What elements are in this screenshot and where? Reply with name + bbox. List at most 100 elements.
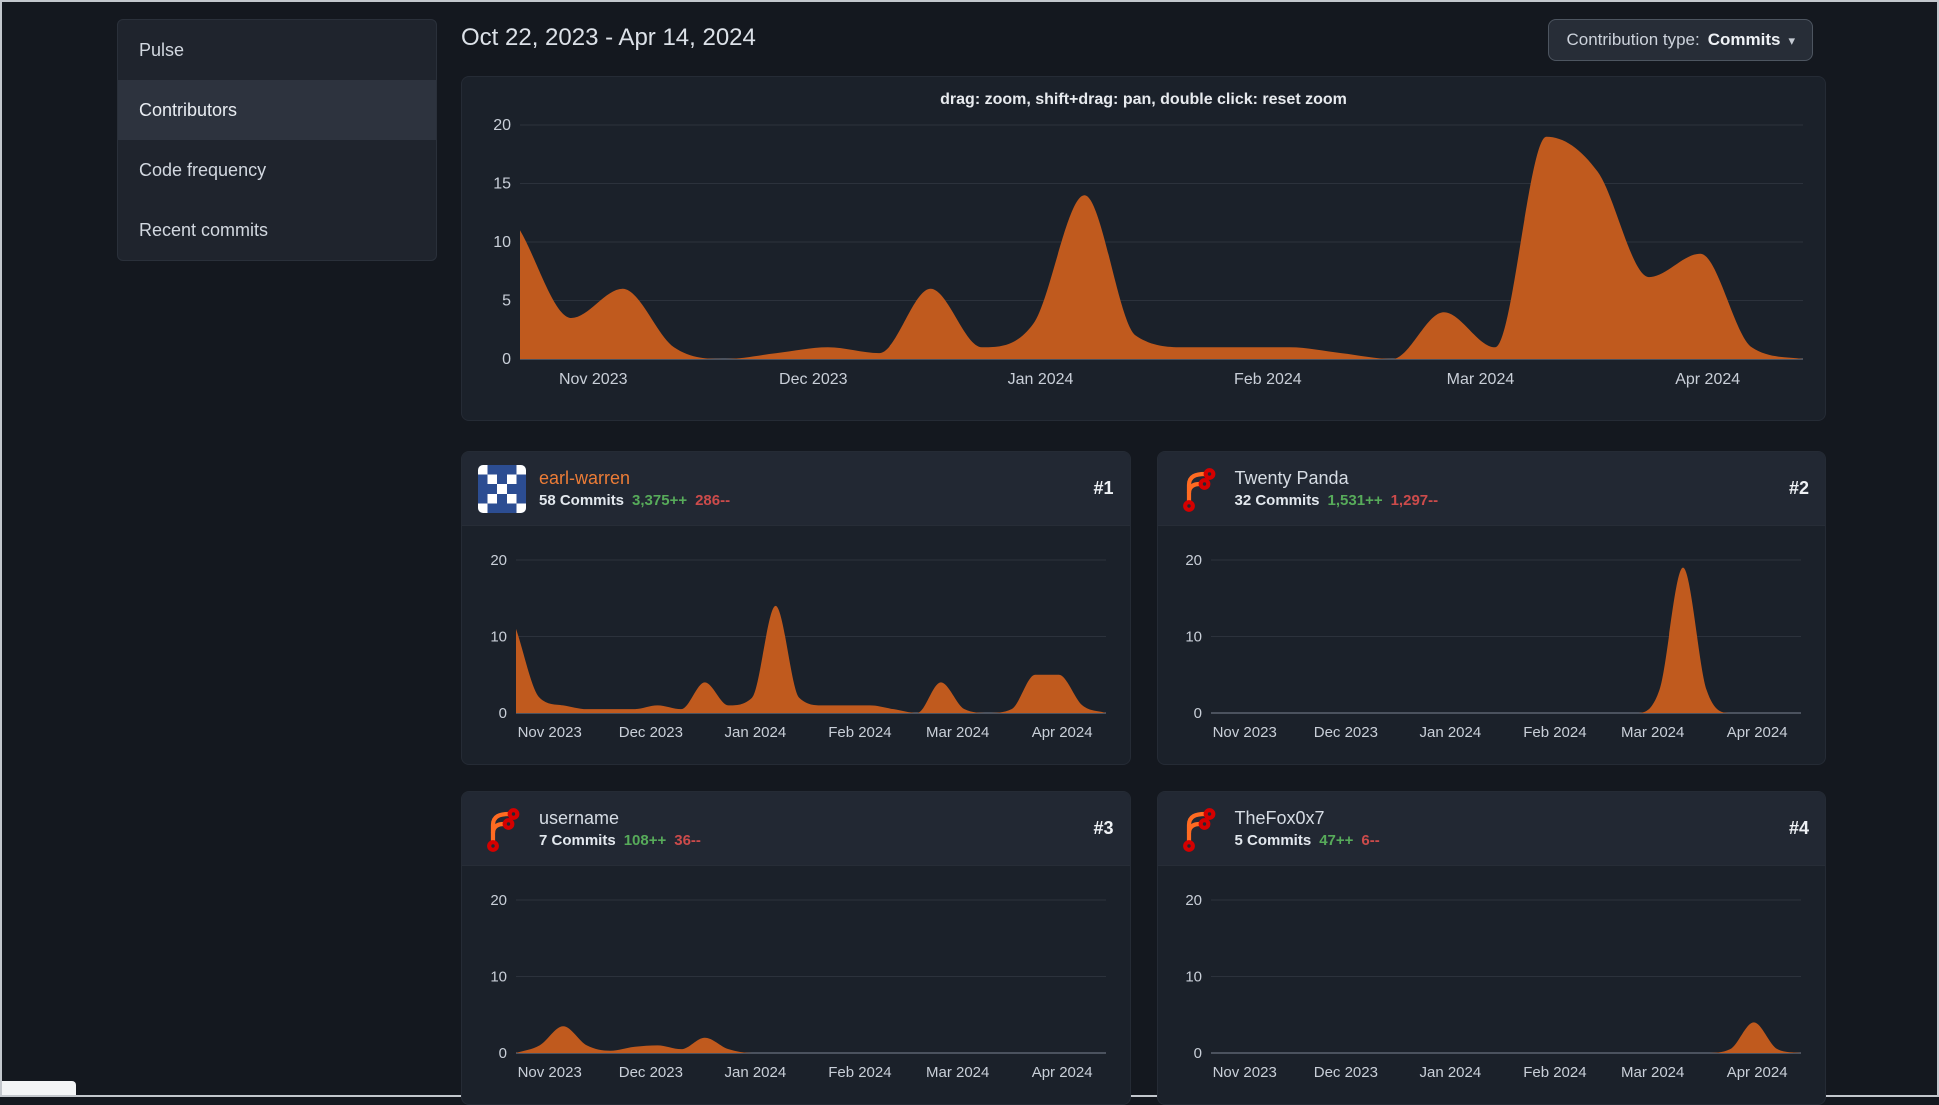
svg-text:20: 20 [1186, 552, 1203, 569]
svg-text:Jan 2024: Jan 2024 [724, 1064, 786, 1081]
chart-zoom-hint: drag: zoom, shift+drag: pan, double clic… [940, 91, 1347, 108]
contributor-card-header: Twenty Panda 32 Commits 1,531++ 1,297-- … [1157, 452, 1825, 526]
contributor-activity-chart[interactable]: 0 10 20 Nov 2023 Dec 2023 Jan 2024 Feb 2024 Mar… [476, 888, 1116, 1093]
svg-text:10: 10 [1186, 629, 1203, 646]
svg-text:5: 5 [502, 293, 511, 310]
deletions-count: 6-- [1361, 832, 1380, 849]
svg-text:10: 10 [1186, 969, 1203, 986]
contributor-cards-grid: earl-warren 58 Commits 3,375++ 286-- #1 … [461, 451, 1826, 1105]
svg-text:Dec 2023: Dec 2023 [779, 371, 848, 388]
svg-text:10: 10 [493, 234, 511, 251]
contributor-card-header: username 7 Commits 108++ 36-- #3 [462, 792, 1130, 866]
svg-text:Apr 2024: Apr 2024 [1727, 1064, 1788, 1081]
svg-text:Dec 2023: Dec 2023 [1314, 724, 1378, 741]
contributor-stats: 32 Commits 1,531++ 1,297-- [1235, 492, 1439, 509]
contributor-stats: 5 Commits 47++ 6-- [1235, 832, 1380, 849]
svg-text:20: 20 [490, 552, 507, 569]
svg-text:Feb 2024: Feb 2024 [1234, 371, 1302, 388]
date-range-title: Oct 22, 2023 - Apr 14, 2024 [461, 24, 756, 51]
svg-text:Nov 2023: Nov 2023 [559, 371, 628, 388]
forgejo-logo-avatar [1174, 805, 1222, 853]
deletions-count: 36-- [674, 832, 701, 849]
svg-text:Mar 2024: Mar 2024 [1621, 1064, 1684, 1081]
contributor-card: TheFox0x7 5 Commits 47++ 6-- #4 0 10 20 Nov… [1156, 791, 1826, 1105]
svg-text:Jan 2024: Jan 2024 [724, 724, 786, 741]
svg-text:0: 0 [498, 1045, 506, 1062]
svg-text:Dec 2023: Dec 2023 [619, 724, 683, 741]
contributor-card: username 7 Commits 108++ 36-- #3 0 10 20 No… [461, 791, 1131, 1105]
svg-text:Mar 2024: Mar 2024 [1447, 371, 1515, 388]
contributor-card: earl-warren 58 Commits 3,375++ 286-- #1 … [461, 451, 1131, 765]
contributor-stats: 58 Commits 3,375++ 286-- [539, 492, 730, 509]
activity-sidebar-menu: Pulse Contributors Code frequency Recent… [117, 19, 437, 261]
contributor-activity-chart[interactable]: 0 10 20 Nov 2023 Dec 2023 Jan 2024 Feb 2024 Mar… [1171, 548, 1811, 753]
contributor-activity-chart[interactable]: 0 10 20 Nov 2023 Dec 2023 Jan 2024 Feb 2024 Mar… [476, 548, 1116, 753]
commit-count: 32 Commits [1234, 492, 1320, 509]
identicon-avatar [478, 464, 526, 513]
chevron-down-icon: ▾ [1788, 33, 1795, 48]
svg-text:Feb 2024: Feb 2024 [1523, 1064, 1586, 1081]
svg-text:20: 20 [493, 117, 511, 134]
contribution-type-value: Commits [1707, 30, 1781, 49]
contributor-card-header: TheFox0x7 5 Commits 47++ 6-- #4 [1157, 792, 1825, 866]
sidebar-item-code-frequency[interactable]: Code frequency [118, 140, 436, 200]
svg-text:Feb 2024: Feb 2024 [828, 724, 891, 741]
svg-text:Jan 2024: Jan 2024 [1420, 724, 1482, 741]
svg-text:Nov 2023: Nov 2023 [1213, 1064, 1277, 1081]
forgejo-logo-avatar [478, 805, 526, 853]
svg-text:Nov 2023: Nov 2023 [1213, 724, 1277, 741]
svg-text:Apr 2024: Apr 2024 [1031, 1064, 1092, 1081]
contributor-name[interactable]: Twenty Panda [1235, 468, 1439, 489]
svg-text:Jan 2024: Jan 2024 [1008, 371, 1074, 388]
forgejo-logo-avatar [1174, 465, 1222, 513]
svg-text:0: 0 [502, 351, 511, 368]
svg-text:Apr 2024: Apr 2024 [1675, 371, 1740, 388]
rank-badge: #4 [1788, 818, 1809, 838]
additions-count: 47++ [1319, 832, 1354, 849]
contributor-card-header: earl-warren 58 Commits 3,375++ 286-- #1 [462, 452, 1130, 526]
svg-text:Nov 2023: Nov 2023 [517, 1064, 581, 1081]
additions-count: 1,531++ [1327, 492, 1383, 509]
svg-text:Apr 2024: Apr 2024 [1727, 724, 1788, 741]
rank-badge: #1 [1093, 478, 1114, 498]
svg-text:Dec 2023: Dec 2023 [619, 1064, 683, 1081]
sidebar-item-pulse[interactable]: Pulse [118, 20, 436, 80]
sidebar-item-recent-commits[interactable]: Recent commits [118, 200, 436, 260]
commit-count: 5 Commits [1234, 832, 1312, 849]
commit-count: 7 Commits [539, 832, 616, 849]
contributor-activity-chart[interactable]: 0 10 20 Nov 2023 Dec 2023 Jan 2024 Feb 2024 Mar… [1171, 888, 1811, 1093]
svg-text:20: 20 [490, 892, 507, 909]
svg-text:Feb 2024: Feb 2024 [828, 1064, 891, 1081]
svg-text:Nov 2023: Nov 2023 [517, 724, 581, 741]
link-preview-popup [2, 1081, 76, 1095]
rank-badge: #2 [1788, 478, 1809, 498]
contributor-stats: 7 Commits 108++ 36-- [539, 832, 701, 849]
svg-text:0: 0 [1194, 1045, 1202, 1062]
contribution-type-dropdown[interactable]: Contribution type: Commits ▾ [1548, 19, 1813, 61]
svg-text:15: 15 [493, 176, 511, 193]
overall-activity-chart[interactable]: 0 5 10 15 20 Nov 2023 Dec 2023 Jan 2024 Feb 2024… [476, 113, 1809, 403]
svg-text:Jan 2024: Jan 2024 [1420, 1064, 1482, 1081]
svg-text:Apr 2024: Apr 2024 [1031, 724, 1092, 741]
svg-text:Dec 2023: Dec 2023 [1314, 1064, 1378, 1081]
svg-text:0: 0 [1194, 705, 1202, 722]
svg-text:20: 20 [1186, 892, 1203, 909]
deletions-count: 286-- [695, 492, 731, 509]
rank-badge: #3 [1093, 818, 1114, 838]
contributor-card: Twenty Panda 32 Commits 1,531++ 1,297-- … [1156, 451, 1826, 765]
svg-text:10: 10 [490, 629, 507, 646]
commit-count: 58 Commits [539, 492, 625, 509]
svg-text:Feb 2024: Feb 2024 [1523, 724, 1586, 741]
additions-count: 108++ [623, 832, 667, 849]
svg-text:0: 0 [498, 705, 506, 722]
overall-activity-panel: drag: zoom, shift+drag: pan, double clic… [461, 76, 1826, 421]
deletions-count: 1,297-- [1390, 492, 1439, 509]
svg-text:10: 10 [490, 969, 507, 986]
svg-text:Mar 2024: Mar 2024 [1621, 724, 1684, 741]
contributor-name[interactable]: TheFox0x7 [1235, 808, 1380, 829]
additions-count: 3,375++ [632, 492, 688, 509]
svg-text:Mar 2024: Mar 2024 [926, 1064, 989, 1081]
contributor-name[interactable]: earl-warren [539, 468, 730, 489]
sidebar-item-contributors[interactable]: Contributors [118, 80, 436, 140]
contributor-name[interactable]: username [539, 808, 701, 829]
